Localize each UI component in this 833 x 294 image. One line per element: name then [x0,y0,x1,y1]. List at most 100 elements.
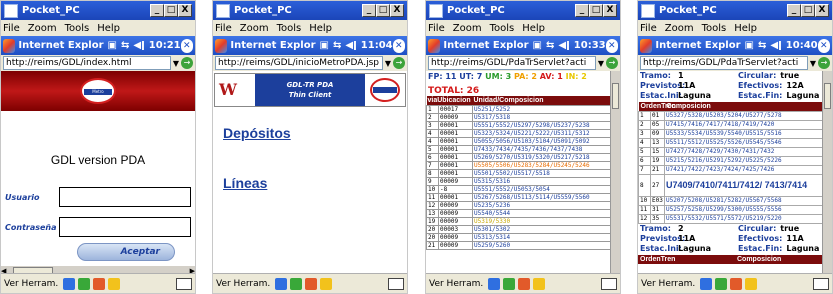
table-row[interactable]: 12 35 U5531/5532/U5571/5572/U5219/5220 [638,213,832,224]
row-composition-link[interactable]: U7427/7428/7429/7430/7431/7432 [664,146,832,157]
table-row[interactable]: 7 00001 U5505/5506/U5283/5284/U5245/5246 [426,160,620,170]
minimize-button[interactable]: _ [787,4,801,17]
username-input[interactable] [59,187,191,207]
row-composition-link[interactable]: U5531/5532/U5571/5572/U5219/5220 [664,213,832,224]
clock[interactable]: 10:33 [574,40,606,51]
table-row[interactable]: 20 00009 U5313/5314 [426,232,620,242]
go-icon[interactable]: → [818,57,830,69]
table-row[interactable]: 2 00009 U5317/5318 [426,112,620,122]
row-unit-link[interactable]: U5235/5236 [472,200,620,210]
row-unit-link[interactable]: U5259/5260 [472,240,620,250]
row-unit-link[interactable]: U5313/5314 [472,232,620,242]
view-tools-menu[interactable]: Ver Herram. [4,279,58,289]
ie-close-icon[interactable]: ✕ [392,38,405,53]
menu-help[interactable]: Help [734,23,757,34]
table-row[interactable]: 6 19 U5215/5216/U5291/5292/U5225/5226 [638,155,832,166]
row-unit-link[interactable]: U5251/5252 [472,104,620,114]
volume-icon[interactable]: ◀ǀ [345,40,356,51]
row-unit-link[interactable]: U5540/5544 [472,208,620,218]
table-row[interactable]: 21 00009 U5259/5260 [426,240,620,250]
menu-file[interactable]: File [428,23,445,34]
start-menu-icon[interactable] [3,38,16,53]
start-menu-icon[interactable] [640,38,653,53]
go-icon[interactable]: → [606,57,618,69]
signal-icon[interactable]: ⇆ [546,40,554,51]
signal-icon[interactable]: ⇆ [333,40,341,51]
table-row[interactable]: 1 01 U5327/5328/U5203/5204/U5277/5278 [638,110,832,121]
refresh-icon[interactable] [78,277,91,290]
refresh-icon[interactable] [503,277,516,290]
connection-icon[interactable]: ▣ [745,40,754,51]
favorites-icon[interactable] [745,277,758,290]
table-row[interactable]: 1 00017 U5251/5252 [426,104,620,114]
menu-zoom[interactable]: Zoom [28,23,57,34]
row-composition-link[interactable]: U7409/7410/7411/7412/ 7413/7414 [664,173,832,197]
ie-close-icon[interactable]: ✕ [605,38,618,53]
keyboard-icon[interactable] [601,277,617,290]
link-depositos[interactable]: Depósitos [223,125,407,141]
connection-icon[interactable]: ▣ [533,40,542,51]
table-row[interactable]: 11 31 U5257/5258/U5299/5300/U5555/5556 [638,204,832,215]
menu-zoom[interactable]: Zoom [665,23,694,34]
table-row[interactable]: 20 00003 U5301/5302 [426,224,620,234]
close-button[interactable]: X [178,4,192,17]
view-tools-menu[interactable]: Ver Herram. [641,279,695,289]
scroll-thumb[interactable] [612,83,619,109]
row-composition-link[interactable]: U5207/5208/U5281/5282/U5567/5568 [664,195,832,206]
row-unit-link[interactable]: U5505/5506/U5283/5284/U5245/5246 [472,160,620,170]
table-row[interactable]: 4 00001 U5055/5056/U5103/5104/U5091/5092 [426,136,620,146]
row-unit-link[interactable]: U5267/5268/U5113/5114/U5559/5560 [472,192,620,202]
menu-tools[interactable]: Tools [65,23,90,34]
volume-icon[interactable]: ◀ǀ [770,40,781,51]
address-input[interactable]: http://reims/GDL/PdaTrServlet?acti [428,56,596,70]
minimize-button[interactable]: _ [150,4,164,17]
row-unit-link[interactable]: U5323/5324/U5221/5222/U5311/5312 [472,128,620,138]
address-input[interactable]: http://reims/GDL/PdaTrServlet?acti [640,56,808,70]
favorites-icon[interactable] [533,277,546,290]
table-row[interactable]: 3 09 U5533/5534/U5539/5540/U5515/5516 [638,128,832,139]
table-row[interactable]: 13 00009 U5540/5544 [426,208,620,218]
signal-icon[interactable]: ⇆ [121,40,129,51]
table-row[interactable]: 8 27 U7409/7410/7411/7412/ 7413/7414 [638,173,832,197]
close-button[interactable]: X [603,4,617,17]
address-input[interactable]: http://reims/GDL/inicioMetroPDA.jsp [215,56,383,70]
table-row[interactable]: 4 00001 U5323/5324/U5221/5222/U5311/5312 [426,128,620,138]
row-unit-link[interactable]: U5055/5056/U5103/5104/U5091/5092 [472,136,620,146]
table-row[interactable]: 5 15 U7427/7428/7429/7430/7431/7432 [638,146,832,157]
row-unit-link[interactable]: U5317/5318 [472,112,620,122]
maximize-button[interactable]: □ [164,4,178,17]
row-composition-link[interactable]: U5511/5512/U5525/5526/U5545/5546 [664,137,832,148]
menu-file[interactable]: File [3,23,20,34]
keyboard-icon[interactable] [176,277,192,290]
row-unit-link[interactable]: U5501/5502/U5517/5518 [472,168,620,178]
row-unit-link[interactable]: U5319/5330 [472,216,620,226]
menu-help[interactable]: Help [97,23,120,34]
vertical-scrollbar[interactable] [822,71,832,275]
view-tools-menu[interactable]: Ver Herram. [216,279,270,289]
favorites-icon[interactable] [320,277,333,290]
row-unit-link[interactable]: U7433/7434/7435/7436/7437/7438 [472,144,620,154]
close-button[interactable]: X [815,4,829,17]
address-dropdown-icon[interactable]: ▼ [173,59,179,68]
keyboard-icon[interactable] [813,277,829,290]
table-row[interactable]: 10 -8 U5551/5552/U5053/5054 [426,184,620,194]
row-unit-link[interactable]: U5315/5316 [472,176,620,186]
link-lineas[interactable]: Líneas [223,175,407,191]
address-dropdown-icon[interactable]: ▼ [598,59,604,68]
table-row[interactable]: 2 05 U7415/7416/7417/7418/7419/7420 [638,119,832,130]
table-row[interactable]: 12 00009 U5235/5236 [426,200,620,210]
row-unit-link[interactable]: U5551/5552/U5297/5298/U5237/5238 [472,120,620,130]
connection-icon[interactable]: ▣ [108,40,117,51]
table-row[interactable]: 9 00009 U5315/5316 [426,176,620,186]
row-composition-link[interactable]: U5215/5216/U5291/5292/U5225/5226 [664,155,832,166]
table-row[interactable]: 5 00001 U7433/7434/7435/7436/7437/7438 [426,144,620,154]
table-row[interactable]: 6 00001 U5269/5270/U5319/5320/U5217/5218 [426,152,620,162]
row-unit-link[interactable]: U5269/5270/U5319/5320/U5217/5218 [472,152,620,162]
start-menu-icon[interactable] [428,38,441,53]
keyboard-icon[interactable] [388,277,404,290]
start-menu-icon[interactable] [215,38,228,53]
scroll-thumb[interactable] [824,83,831,109]
address-dropdown-icon[interactable]: ▼ [810,59,816,68]
table-row[interactable]: 3 00001 U5551/5552/U5297/5298/U5237/5238 [426,120,620,130]
table-row[interactable]: 8 00001 U5501/5502/U5517/5518 [426,168,620,178]
